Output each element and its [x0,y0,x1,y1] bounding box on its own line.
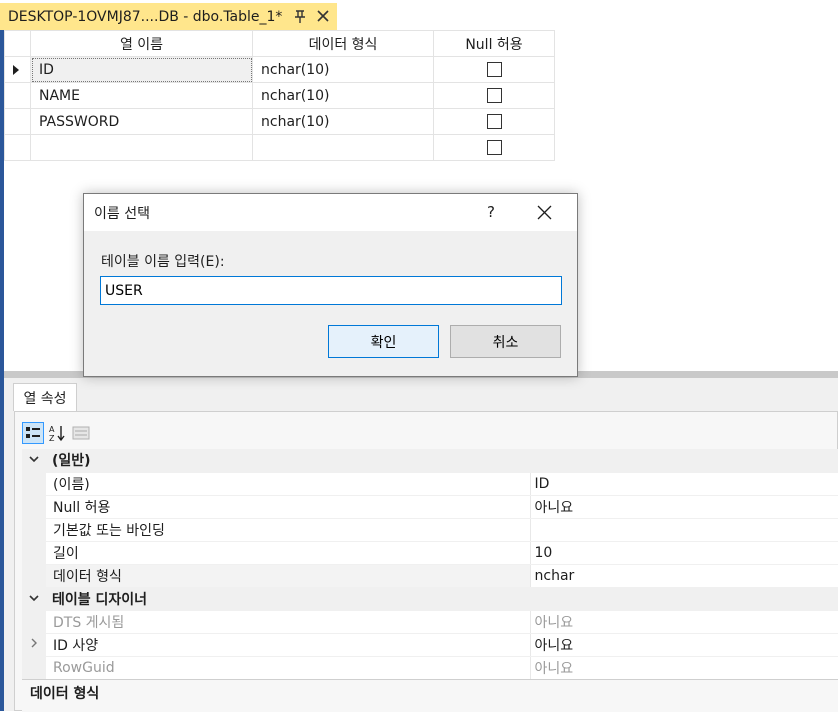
column-name-cell[interactable]: ID [30,56,253,83]
document-tab-title: DESKTOP-1OVMJ87....DB - dbo.Table_1* [8,8,283,25]
current-row-arrow-icon [13,64,19,75]
close-icon[interactable] [316,9,330,23]
row-selector[interactable] [4,134,31,161]
column-name-cell[interactable] [30,134,253,161]
column-name-cell[interactable]: PASSWORD [30,108,253,135]
table-name-input[interactable] [100,276,562,305]
column-design-grid: 열 이름 데이터 형식 Null 허용 ID nchar(10) NAME nc… [4,30,555,161]
table-row[interactable]: ID nchar(10) [4,56,555,83]
property-grid: (일반) (이름) ID Null 허용 아니요 기본값 또는 바인딩 길이 1… [22,449,838,680]
document-tab-strip: DESKTOP-1OVMJ87....DB - dbo.Table_1* [0,0,838,30]
property-row[interactable]: DTS 게시됨 아니요 [22,610,838,634]
collapse-toggle[interactable] [22,449,46,473]
allow-null-cell [433,108,555,135]
categorized-button[interactable] [22,422,44,444]
column-name-cell[interactable]: NAME [30,82,253,109]
property-category[interactable]: 테이블 디자이너 [22,587,838,611]
row-selector[interactable] [4,108,31,135]
dialog-close-icon[interactable] [537,205,552,220]
property-name: 길이 [46,541,531,565]
data-type-cell[interactable]: nchar(10) [252,108,434,135]
property-row[interactable]: (이름) ID [22,472,838,496]
collapse-toggle[interactable] [22,587,46,611]
allow-null-checkbox[interactable] [486,114,502,129]
property-name: DTS 게시됨 [46,610,531,634]
table-row[interactable]: NAME nchar(10) [4,82,555,109]
property-value[interactable]: 10 [530,541,838,565]
allow-null-header[interactable]: Null 허용 [433,30,555,57]
property-value[interactable]: 아니요 [530,495,838,519]
help-button[interactable]: ? [484,203,498,221]
category-label: (일반) [46,449,838,473]
property-category[interactable]: (일반) [22,449,838,473]
table-row[interactable]: PASSWORD nchar(10) [4,108,555,135]
property-pages-button[interactable] [70,422,92,444]
allow-null-cell [433,82,555,109]
property-value: 아니요 [530,656,838,680]
svg-text:A: A [49,425,55,434]
row-selector[interactable] [4,56,31,83]
property-value[interactable]: nchar [530,564,838,588]
tab-column-properties[interactable]: 열 속성 [13,383,77,411]
property-row[interactable]: 기본값 또는 바인딩 [22,518,838,542]
property-value: 아니요 [530,610,838,634]
property-value[interactable] [530,518,838,542]
ok-button[interactable]: 확인 [328,325,439,358]
expand-toggle[interactable] [22,633,46,657]
cancel-button[interactable]: 취소 [450,325,561,358]
pin-icon[interactable] [293,8,307,24]
data-type-cell[interactable]: nchar(10) [252,82,434,109]
property-pages-icon [72,426,90,440]
chevron-down-icon [29,456,39,463]
data-type-cell[interactable] [252,134,434,161]
tab-column-properties-label: 열 속성 [23,390,67,407]
document-tab[interactable]: DESKTOP-1OVMJ87....DB - dbo.Table_1* [0,3,337,30]
property-name: 데이터 형식 [46,564,531,588]
property-name: 기본값 또는 바인딩 [46,518,531,542]
property-description-title: 데이터 형식 [30,686,100,702]
property-row[interactable]: 길이 10 [22,541,838,565]
property-name: (이름) [46,472,531,496]
table-name-label: 테이블 이름 입력(E): [101,254,225,270]
allow-null-cell [433,56,555,83]
property-value[interactable]: ID [530,472,838,496]
choose-name-dialog: 이름 선택 ? 테이블 이름 입력(E): 확인 취소 [83,193,578,377]
category-label: 테이블 디자이너 [46,587,838,611]
chevron-down-icon [29,594,39,601]
property-row[interactable]: 데이터 형식 nchar [22,564,838,588]
alphabetical-button[interactable]: A Z [46,422,68,444]
row-selector-header[interactable] [4,30,31,57]
property-row[interactable]: Null 허용 아니요 [22,495,838,519]
property-toolbar: A Z [22,420,94,446]
data-type-cell[interactable]: nchar(10) [252,56,434,83]
alphabetical-icon: A Z [49,425,65,442]
column-name-header[interactable]: 열 이름 [30,30,253,57]
dialog-title: 이름 선택 [94,206,150,222]
property-name: RowGuid [46,656,531,680]
allow-null-cell [433,134,555,161]
property-description-area: 데이터 형식 [22,679,838,712]
dialog-titlebar[interactable]: 이름 선택 ? [84,194,577,231]
property-row[interactable]: ID 사양 아니요 [22,633,838,657]
allow-null-checkbox[interactable] [486,62,502,77]
property-value[interactable]: 아니요 [530,633,838,657]
allow-null-checkbox[interactable] [486,140,502,155]
data-type-header[interactable]: 데이터 형식 [252,30,434,57]
property-name: ID 사양 [46,633,531,657]
table-row[interactable] [4,134,555,161]
property-row[interactable]: RowGuid 아니요 [22,656,838,680]
allow-null-checkbox[interactable] [486,88,502,103]
property-name: Null 허용 [46,495,531,519]
svg-text:Z: Z [49,434,55,442]
categorized-icon [26,427,40,438]
row-selector[interactable] [4,82,31,109]
chevron-right-icon [31,638,37,648]
